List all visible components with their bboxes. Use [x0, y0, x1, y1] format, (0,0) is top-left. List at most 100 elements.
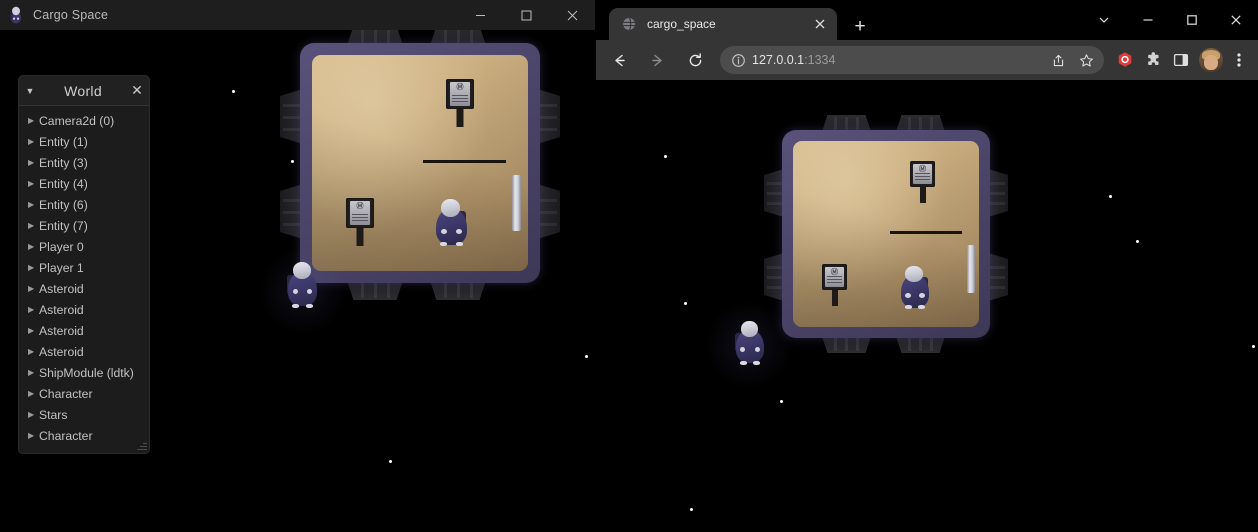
expand-arrow-icon[interactable]: ▶ — [28, 326, 39, 335]
new-tab-button[interactable]: + — [848, 14, 872, 38]
list-item[interactable]: ▶ Asteroid — [19, 320, 149, 341]
info-icon[interactable] — [724, 53, 752, 68]
star — [291, 160, 294, 163]
share-icon[interactable] — [1044, 46, 1072, 74]
globe-icon — [621, 16, 637, 32]
url-host: 127.0.0.1 — [752, 53, 805, 67]
star — [684, 302, 687, 305]
red-extension-icon[interactable] — [1112, 45, 1138, 75]
maximize-button[interactable] — [503, 0, 549, 30]
browser-tab-cargo-space[interactable]: cargo_space — [609, 8, 837, 40]
reload-icon[interactable] — [680, 45, 710, 75]
ship-module: Ⓜ Ⓜ — [280, 30, 560, 300]
expand-arrow-icon[interactable]: ▶ — [28, 137, 39, 146]
ship-light-strip — [512, 175, 521, 231]
resize-grip[interactable] — [136, 440, 147, 451]
tab-strip[interactable]: cargo_space + — [596, 0, 1258, 40]
page-content[interactable]: Ⓜ Ⓜ — [596, 80, 1258, 532]
tab-close-icon[interactable] — [807, 11, 833, 37]
console-top-right[interactable]: Ⓜ — [446, 79, 474, 127]
ship-floor — [312, 55, 528, 271]
star — [232, 90, 235, 93]
game-viewport[interactable]: Ⓜ Ⓜ ▼ World ✕ ▶ Camera2d (0) ▶ Entity (1… — [0, 30, 595, 532]
list-item[interactable]: ▶ Entity (6) — [19, 194, 149, 215]
browser-minimize-button[interactable] — [1126, 0, 1170, 40]
address-bar[interactable]: 127.0.0.1:1334 — [720, 46, 1104, 74]
star — [389, 460, 392, 463]
window-titlebar[interactable]: Cargo Space — [0, 0, 595, 31]
list-item[interactable]: ▶ Entity (3) — [19, 152, 149, 173]
player-outside-ship[interactable] — [735, 321, 764, 365]
list-item[interactable]: ▶ Player 0 — [19, 236, 149, 257]
console-bottom-left[interactable]: Ⓜ — [346, 198, 374, 246]
close-icon[interactable]: ✕ — [125, 82, 149, 99]
panel-header[interactable]: ▼ World ✕ — [19, 76, 149, 106]
list-item[interactable]: ▶ Player 1 — [19, 257, 149, 278]
forward-arrow-icon — [642, 45, 672, 75]
three-dot-menu-icon[interactable] — [1226, 45, 1252, 75]
expand-arrow-icon[interactable]: ▶ — [28, 368, 39, 377]
star — [780, 400, 783, 403]
game-scene-right: Ⓜ Ⓜ — [596, 80, 1258, 532]
floor-divider — [423, 160, 506, 163]
player-inside-ship[interactable] — [436, 199, 467, 246]
expand-arrow-icon[interactable]: ▶ — [28, 347, 39, 356]
floor-divider — [890, 231, 962, 234]
screenshot-root: Cargo Space Ⓜ Ⓜ ▼ World ✕ ▶ Camera2d (0)… — [0, 0, 1258, 532]
expand-arrow-icon[interactable]: ▶ — [28, 389, 39, 398]
tab-title: cargo_space — [647, 17, 716, 31]
expand-arrow-icon[interactable]: ▶ — [28, 242, 39, 251]
ship-light-strip — [967, 245, 975, 293]
expand-arrow-icon[interactable]: ▶ — [28, 284, 39, 293]
star — [1252, 345, 1255, 348]
side-panel-icon[interactable] — [1168, 45, 1194, 75]
entity-list: ▶ Camera2d (0) ▶ Entity (1) ▶ Entity (3) ▶ E… — [19, 106, 149, 446]
expand-arrow-icon[interactable]: ▶ — [28, 200, 39, 209]
ship-module: Ⓜ Ⓜ — [764, 115, 1008, 353]
window-title: Cargo Space — [33, 8, 109, 22]
list-item[interactable]: ▶ Asteroid — [19, 341, 149, 362]
list-item[interactable]: ▶ Character — [19, 383, 149, 404]
puzzle-piece-icon[interactable] — [1140, 45, 1166, 75]
panel-title: World — [64, 82, 102, 99]
player-inside-ship[interactable] — [901, 266, 929, 309]
list-item[interactable]: ▶ Camera2d (0) — [19, 110, 149, 131]
list-item[interactable]: ▶ Entity (7) — [19, 215, 149, 236]
expand-arrow-icon[interactable]: ▶ — [28, 410, 39, 419]
browser-window: cargo_space + 127.0.0.1:1334 Ⓜ Ⓜ — [596, 0, 1258, 532]
browser-maximize-button[interactable] — [1170, 0, 1214, 40]
console-bottom-left[interactable]: Ⓜ — [822, 264, 847, 306]
expand-arrow-icon[interactable]: ▶ — [28, 431, 39, 440]
world-inspector-panel[interactable]: ▼ World ✕ ▶ Camera2d (0) ▶ Entity (1) ▶ Ent… — [18, 75, 150, 454]
expand-arrow-icon[interactable]: ▶ — [28, 221, 39, 230]
console-top-right[interactable]: Ⓜ — [910, 161, 935, 203]
list-item[interactable]: ▶ Entity (1) — [19, 131, 149, 152]
star — [690, 508, 693, 511]
collapse-triangle-icon[interactable]: ▼ — [19, 86, 41, 96]
window-controls — [457, 0, 595, 30]
browser-toolbar: 127.0.0.1:1334 — [596, 40, 1258, 80]
tab-search-chevron-down-icon[interactable] — [1082, 0, 1126, 40]
player-outside-ship[interactable] — [287, 262, 317, 308]
expand-arrow-icon[interactable]: ▶ — [28, 158, 39, 167]
url-port: :1334 — [804, 53, 836, 67]
profile-avatar[interactable] — [1199, 48, 1223, 72]
list-item[interactable]: ▶ Asteroid — [19, 278, 149, 299]
list-item[interactable]: ▶ ShipModule (ldtk) — [19, 362, 149, 383]
back-arrow-icon[interactable] — [604, 45, 634, 75]
close-button[interactable] — [549, 0, 595, 30]
expand-arrow-icon[interactable]: ▶ — [28, 263, 39, 272]
url-text[interactable]: 127.0.0.1:1334 — [752, 53, 1044, 67]
list-item[interactable]: ▶ Character — [19, 425, 149, 446]
expand-arrow-icon[interactable]: ▶ — [28, 116, 39, 125]
expand-arrow-icon[interactable]: ▶ — [28, 305, 39, 314]
list-item[interactable]: ▶ Stars — [19, 404, 149, 425]
browser-window-controls — [1082, 0, 1258, 40]
minimize-button[interactable] — [457, 0, 503, 30]
expand-arrow-icon[interactable]: ▶ — [28, 179, 39, 188]
browser-close-button[interactable] — [1214, 0, 1258, 40]
list-item[interactable]: ▶ Entity (4) — [19, 173, 149, 194]
bookmark-star-icon[interactable] — [1072, 46, 1100, 74]
list-item[interactable]: ▶ Asteroid — [19, 299, 149, 320]
ship-floor — [793, 141, 979, 327]
